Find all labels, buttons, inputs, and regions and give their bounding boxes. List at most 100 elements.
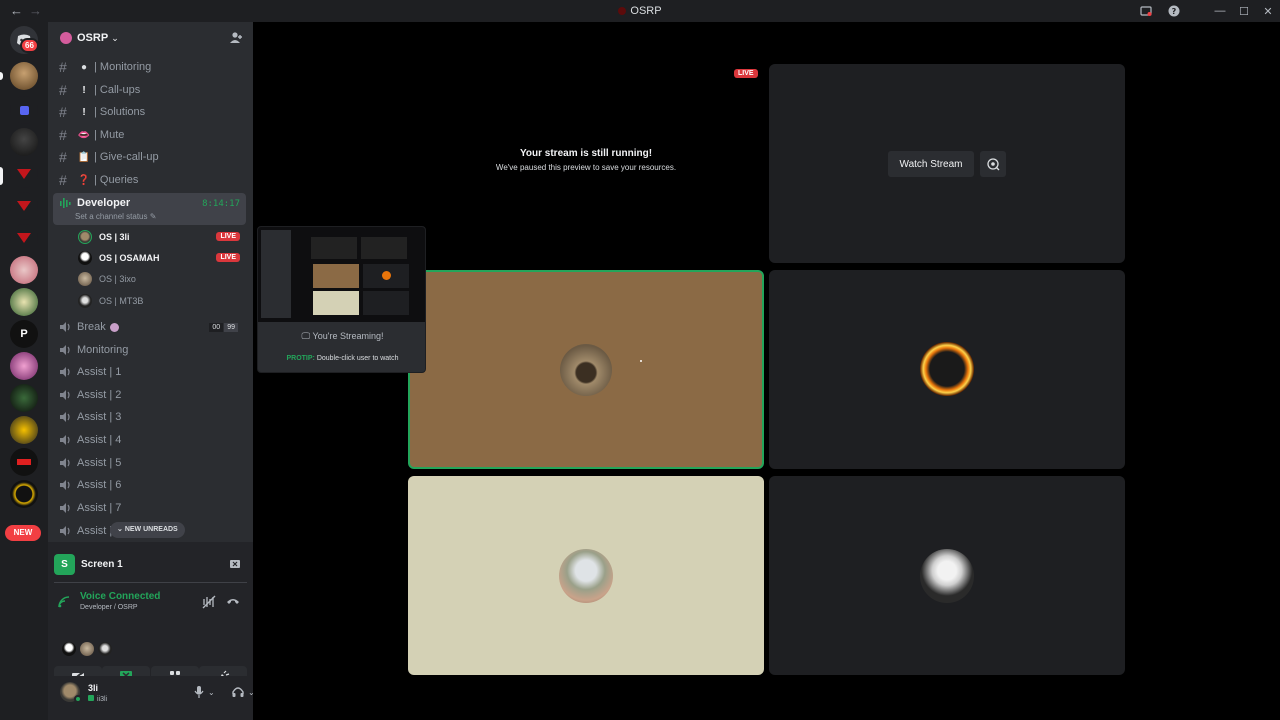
- channel-label: Developer: [77, 197, 131, 209]
- mic-toggle[interactable]: ⌄: [194, 686, 215, 698]
- title-bar: ←→ OSRP ? — ☐ ✕: [0, 0, 1280, 22]
- channel-emoji: ●: [80, 61, 88, 73]
- voice-channel-path[interactable]: Developer / OSRP: [80, 604, 138, 611]
- text-channel-solutions[interactable]: # ! | Solutions: [56, 101, 246, 123]
- inbox-icon[interactable]: [1132, 0, 1160, 22]
- stream-preview-popout[interactable]: 🖵 You're Streaming! PROTIP: Double-click…: [257, 226, 426, 373]
- paused-subtitle: We've paused this preview to save your r…: [495, 163, 677, 172]
- channel-emoji: 👄: [77, 129, 91, 141]
- user-tile-osamah[interactable]: [769, 270, 1125, 469]
- avatar: [78, 229, 92, 244]
- voice-channel[interactable]: Assist | 3: [56, 406, 246, 428]
- stop-stream-icon[interactable]: [229, 558, 241, 570]
- channel-label: Assist | 6: [77, 479, 122, 491]
- user-tile-mt3b[interactable]: [769, 476, 1125, 675]
- voice-channel[interactable]: Assist | 7: [56, 497, 246, 519]
- help-icon[interactable]: ?: [1160, 0, 1188, 22]
- signal-icon[interactable]: [58, 596, 72, 608]
- voice-connection-status: Voice Connected Developer / OSRP: [56, 590, 246, 620]
- server-icon[interactable]: [10, 192, 38, 220]
- protip-text: PROTIP: Double-click user to watch: [286, 355, 399, 362]
- voice-user[interactable]: OS | OSAMAH LIVE: [78, 247, 246, 268]
- stream-view-icon: [987, 158, 1000, 171]
- server-icon[interactable]: [10, 256, 38, 284]
- voice-user-name: OS | OSAMAH: [99, 252, 160, 263]
- channel-label: | Queries: [94, 174, 139, 186]
- voice-user[interactable]: OS | 3li LIVE: [78, 226, 246, 247]
- voice-timer: 8:14:17: [202, 199, 240, 209]
- watch-stream-button[interactable]: Watch Stream: [888, 151, 974, 177]
- avatar: [560, 344, 612, 396]
- noise-suppression-icon[interactable]: [202, 595, 216, 609]
- hashtag-icon: #: [59, 59, 67, 75]
- new-unreads-pill[interactable]: ⌄ NEW UNREADS: [110, 522, 185, 538]
- minimize-icon[interactable]: —: [1208, 0, 1232, 22]
- text-channel-queries[interactable]: # ❓ | Queries: [56, 169, 246, 191]
- voice-connected-label[interactable]: Voice Connected: [80, 591, 160, 602]
- invite-people-icon[interactable]: [229, 31, 243, 45]
- deafen-toggle[interactable]: ⌄: [232, 686, 255, 698]
- server-icon[interactable]: [10, 416, 38, 444]
- speaker-icon: [59, 479, 77, 491]
- close-icon[interactable]: ✕: [1256, 0, 1280, 22]
- server-icon[interactable]: [10, 288, 38, 316]
- voice-channel[interactable]: Assist | 5: [56, 452, 246, 474]
- maximize-icon[interactable]: ☐: [1232, 0, 1256, 22]
- channel-status[interactable]: Set a channel status ✎: [75, 212, 156, 221]
- chevron-down-icon[interactable]: ⌄: [208, 688, 215, 697]
- server-icon[interactable]: [10, 224, 38, 252]
- server-icon[interactable]: P: [10, 320, 38, 348]
- disconnect-icon[interactable]: [226, 596, 240, 606]
- voice-channel-break[interactable]: Break 00 99: [56, 316, 246, 338]
- speaker-icon: [59, 366, 77, 378]
- avatar: [78, 293, 92, 308]
- user-panel: 3li ii3li ⌄ ⌄: [48, 676, 282, 718]
- voice-user[interactable]: OS | 3ixo: [78, 268, 246, 289]
- new-servers-pill[interactable]: NEW: [5, 525, 41, 541]
- server-icon[interactable]: [10, 352, 38, 380]
- server-icon[interactable]: [10, 128, 38, 156]
- live-badge: LIVE: [216, 253, 240, 262]
- speaker-icon: [59, 457, 77, 469]
- channel-label: | Mute: [94, 129, 125, 141]
- user-tile-3li[interactable]: [408, 270, 764, 469]
- server-icon[interactable]: [10, 480, 38, 508]
- avatar: [559, 549, 613, 603]
- hashtag-icon: #: [59, 82, 67, 98]
- break-emoji-icon: [109, 322, 119, 332]
- server-icon[interactable]: [10, 160, 38, 188]
- server-header[interactable]: OSRP ⌄: [48, 22, 253, 54]
- text-channel-call-ups[interactable]: # ! | Call-ups: [56, 79, 246, 101]
- server-icon[interactable]: [10, 62, 38, 90]
- server-folder-icon[interactable]: [10, 96, 38, 124]
- you-are-streaming-label: 🖵 You're Streaming!: [301, 331, 384, 341]
- voice-channel-developer[interactable]: Developer Set a channel status ✎ 8:14:17: [53, 193, 246, 225]
- text-channel-mute[interactable]: # 👄 | Mute: [56, 124, 246, 146]
- voice-channel[interactable]: Assist | 6: [56, 474, 246, 496]
- screen-share-panel[interactable]: S Screen 1: [54, 552, 247, 576]
- channel-label: Break: [77, 321, 106, 333]
- server-icon[interactable]: [10, 384, 38, 412]
- voice-channel[interactable]: Assist | 2: [56, 384, 246, 406]
- user-limit-counter: 00 99: [208, 322, 238, 332]
- voice-channel[interactable]: Assist | 4: [56, 429, 246, 451]
- speaker-icon: [59, 321, 77, 333]
- username[interactable]: 3li: [88, 683, 98, 693]
- channel-label: Assist | 4: [77, 434, 122, 446]
- voice-channel[interactable]: Monitoring: [56, 339, 246, 361]
- server-icon[interactable]: [10, 448, 38, 476]
- text-channel-monitoring[interactable]: # ● | Monitoring: [56, 56, 246, 78]
- speaker-icon: [59, 344, 77, 356]
- user-tile-3ixo[interactable]: [408, 476, 764, 675]
- pop-out-stream-button[interactable]: [980, 151, 1006, 177]
- microphone-icon: [194, 686, 204, 698]
- voice-channel[interactable]: Assist | 1: [56, 361, 246, 383]
- channel-emoji: !: [82, 106, 86, 118]
- voice-user[interactable]: OS | MT3B: [78, 290, 246, 311]
- hashtag-icon: #: [59, 149, 67, 165]
- text-channel-give-call-up[interactable]: # 📋 | Give-call-up: [56, 146, 246, 168]
- channel-label: Assist | 5: [77, 457, 122, 469]
- channel-sidebar: OSRP ⌄ # ● | Monitoring # ! | Call-ups #…: [48, 22, 282, 720]
- svg-text:?: ?: [1172, 7, 1177, 16]
- cursor-dot: [640, 360, 642, 362]
